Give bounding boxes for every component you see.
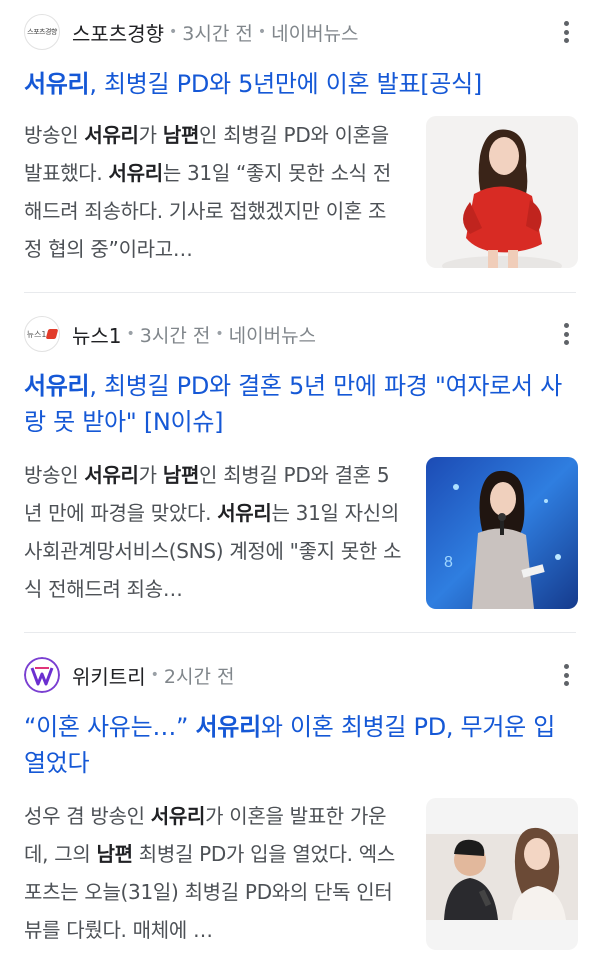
separator-dot: • [169, 24, 178, 40]
news-card[interactable]: 뉴스1 뉴스1 • 3시간 전 • 네이버뉴스 서유리, 최병길 PD와 결혼 … [0, 302, 600, 632]
title-prefix: “이혼 사유는…” [24, 713, 196, 741]
news-card[interactable]: 스포츠경향 스포츠경향 • 3시간 전 • 네이버뉴스 서유리, 최병길 PD와… [0, 0, 600, 292]
article-thumbnail[interactable] [426, 116, 578, 268]
article-thumbnail[interactable] [426, 798, 578, 950]
article-time: 2시간 전 [163, 665, 235, 688]
divider [24, 292, 576, 293]
article-title[interactable]: 서유리, 최병길 PD와 결혼 5년 만에 파경 "여자로서 사랑 못 받아" … [24, 368, 580, 440]
article-snippet: 방송인 서유리가 남편인 최병길 PD와 이혼을 발표했다. 서유리는 31일 … [24, 123, 391, 261]
source-logo: 뉴스1 [24, 316, 60, 352]
title-text: , 최병길 PD와 5년만에 이혼 발표[공식] [89, 70, 482, 98]
more-options-icon[interactable] [556, 320, 576, 348]
article-time: 3시간 전 [139, 324, 211, 347]
source-logo: 스포츠경향 [24, 14, 60, 50]
svg-text:8: 8 [444, 554, 453, 571]
source-name[interactable]: 위키트리 [72, 661, 146, 690]
platform-link[interactable]: 네이버뉴스 [271, 19, 358, 46]
thumbnail-image: 8 [426, 457, 578, 609]
article-time: 3시간 전 [182, 22, 253, 45]
title-highlight: 서유리 [24, 372, 90, 400]
separator-dot: • [257, 24, 267, 40]
thumbnail-image [426, 116, 578, 268]
more-options-icon[interactable] [556, 661, 576, 689]
title-highlight: 서유리 [24, 70, 90, 98]
source-name[interactable]: 뉴스1 [72, 320, 122, 349]
title-highlight: 서유리 [195, 713, 262, 741]
source-row: 위키트리 • 2시간 전 [24, 655, 576, 695]
more-options-icon[interactable] [556, 18, 576, 46]
separator-dot: • [150, 667, 159, 683]
title-text: , 최병길 PD와 결혼 5년 만에 파경 "여자로서 사랑 못 받아" [N이… [24, 372, 562, 436]
separator-dot: • [126, 326, 135, 342]
source-logo-text: 스포츠경향 [27, 28, 57, 36]
source-name[interactable]: 스포츠경향 [72, 18, 164, 47]
article-title[interactable]: 서유리, 최병길 PD와 5년만에 이혼 발표[공식] [24, 66, 580, 102]
source-logo [24, 657, 60, 693]
article-title[interactable]: “이혼 사유는…” 서유리와 이혼 최병길 PD, 무거운 입 열었다 [24, 709, 580, 781]
separator-dot: • [215, 326, 224, 342]
source-row: 뉴스1 뉴스1 • 3시간 전 • 네이버뉴스 [24, 314, 576, 354]
article-thumbnail[interactable]: 8 [426, 457, 578, 609]
article-snippet: 방송인 서유리가 남편인 최병길 PD와 결혼 5년 만에 파경을 맞았다. 서… [24, 463, 402, 601]
wikitree-logo-icon [24, 657, 60, 693]
thumbnail-image [426, 798, 578, 950]
source-logo-text: 뉴스1 [26, 329, 47, 339]
divider [24, 632, 576, 633]
platform-link[interactable]: 네이버뉴스 [229, 321, 316, 348]
news-card[interactable]: 위키트리 • 2시간 전 “이혼 사유는…” 서유리와 이혼 최병길 PD, 무… [0, 643, 600, 955]
article-snippet: 성우 겸 방송인 서유리가 이혼을 발표한 가운데, 그의 남편 최병길 PD가… [24, 804, 395, 942]
source-row: 스포츠경향 스포츠경향 • 3시간 전 • 네이버뉴스 [24, 12, 576, 52]
